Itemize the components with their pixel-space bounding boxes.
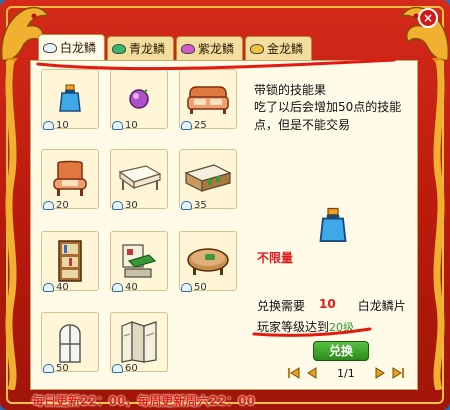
white-scale-gem-icon bbox=[43, 42, 57, 53]
white-scale-currency-icon bbox=[112, 120, 123, 130]
white-scale-currency-icon bbox=[43, 363, 54, 373]
next-page-button[interactable] bbox=[373, 367, 387, 380]
item-slot[interactable]: 60 bbox=[110, 312, 168, 384]
next-page-icon bbox=[375, 367, 385, 379]
close-button[interactable]: × bbox=[418, 8, 438, 28]
item-slot[interactable]: 25 bbox=[179, 69, 237, 141]
white-scale-currency-icon bbox=[43, 120, 54, 130]
item-price: 10 bbox=[56, 119, 69, 131]
last-page-button[interactable] bbox=[391, 367, 405, 380]
exchange-requirement: 兑换需要 10 白龙鳞片 bbox=[257, 297, 406, 314]
last-page-icon bbox=[392, 367, 404, 379]
tab-white-dragon-scale[interactable]: 白龙鳞 bbox=[38, 34, 106, 60]
armchair-icon bbox=[53, 160, 87, 196]
dragon-body-left-icon bbox=[5, 60, 17, 390]
potion-bottle-icon bbox=[319, 207, 347, 242]
white-scale-currency-icon bbox=[112, 282, 123, 292]
item-slot[interactable]: 10 bbox=[41, 69, 99, 141]
counter-table-icon bbox=[184, 164, 232, 192]
first-page-icon bbox=[288, 367, 300, 379]
white-scale-currency-icon bbox=[112, 200, 123, 210]
item-slot[interactable]: 20 bbox=[41, 149, 99, 221]
item-slot[interactable]: 50 bbox=[179, 231, 237, 303]
wall-shelf-icon bbox=[122, 244, 157, 278]
item-slot[interactable]: 10 bbox=[110, 69, 168, 141]
sofa-icon bbox=[187, 86, 229, 114]
item-slot[interactable]: 50 bbox=[41, 312, 99, 384]
item-price: 10 bbox=[125, 119, 138, 131]
pagination: 1/1 bbox=[287, 365, 405, 381]
item-slot[interactable]: 30 bbox=[110, 149, 168, 221]
prev-page-icon bbox=[307, 367, 317, 379]
purple-orb-icon bbox=[129, 89, 149, 109]
tab-gold-dragon-scale[interactable]: 金龙鳞 bbox=[245, 36, 313, 60]
item-price: 30 bbox=[125, 199, 138, 211]
tab-green-dragon-scale[interactable]: 青龙鳞 bbox=[107, 36, 175, 60]
exchange-amount: 10 bbox=[319, 297, 336, 311]
tab-purple-dragon-scale[interactable]: 紫龙鳞 bbox=[176, 36, 244, 60]
annotation-underline bbox=[252, 327, 372, 337]
item-price: 50 bbox=[56, 362, 69, 374]
exchange-label: 兑换需要 bbox=[257, 299, 306, 313]
white-scale-currency-icon bbox=[112, 363, 123, 373]
item-slot[interactable]: 40 bbox=[110, 231, 168, 303]
white-scale-currency-icon bbox=[181, 282, 192, 292]
white-scale-currency-icon bbox=[43, 200, 54, 210]
item-price: 60 bbox=[125, 362, 138, 374]
white-scale-currency-icon bbox=[43, 282, 54, 292]
tab-bar: 白龙鳞 青龙鳞 紫龙鳞 金龙鳞 bbox=[38, 34, 313, 60]
page-indicator: 1/1 bbox=[337, 366, 355, 380]
item-price: 35 bbox=[194, 199, 207, 211]
update-schedule-text: 每日更新22：00，每周更新周六22：00 bbox=[32, 394, 255, 408]
prev-page-button[interactable] bbox=[305, 367, 319, 380]
purple-scale-gem-icon bbox=[181, 43, 196, 54]
item-price: 40 bbox=[125, 281, 138, 293]
bookshelf-icon bbox=[58, 240, 82, 282]
folding-screen-icon bbox=[121, 321, 157, 363]
shop-panel: 10 10 25 20 30 35 40 40 50 50 60 带锁的技能果 … bbox=[30, 60, 418, 390]
tab-label: 青龙鳞 bbox=[129, 42, 166, 56]
item-title: 带锁的技能果 bbox=[254, 83, 327, 97]
white-scale-currency-icon bbox=[181, 200, 192, 210]
item-price: 25 bbox=[194, 119, 207, 131]
annotation-underline bbox=[36, 58, 396, 71]
first-page-button[interactable] bbox=[287, 367, 301, 380]
exchange-button[interactable]: 兑换 bbox=[313, 341, 369, 361]
tab-label: 白龙鳞 bbox=[60, 41, 97, 55]
item-slot[interactable]: 35 bbox=[179, 149, 237, 221]
tab-label: 金龙鳞 bbox=[267, 42, 304, 56]
item-description: 吃了以后会增加50点的技能点，但是不能交易 bbox=[254, 100, 402, 132]
item-slot[interactable]: 40 bbox=[41, 231, 99, 303]
potion-bottle-icon bbox=[59, 84, 81, 112]
window-icon bbox=[59, 324, 81, 363]
item-price: 40 bbox=[56, 281, 69, 293]
tab-label: 紫龙鳞 bbox=[198, 42, 235, 56]
white-table-icon bbox=[118, 165, 162, 190]
white-scale-currency-icon bbox=[181, 120, 192, 130]
dragon-body-right-icon bbox=[433, 60, 445, 390]
stock-limit: 不限量 bbox=[257, 251, 294, 265]
item-price: 50 bbox=[194, 281, 207, 293]
coffee-table-icon bbox=[187, 248, 229, 275]
exchange-currency: 白龙鳞片 bbox=[357, 299, 406, 313]
item-price: 20 bbox=[56, 199, 69, 211]
green-scale-gem-icon bbox=[112, 43, 127, 54]
gold-scale-gem-icon bbox=[250, 43, 265, 54]
